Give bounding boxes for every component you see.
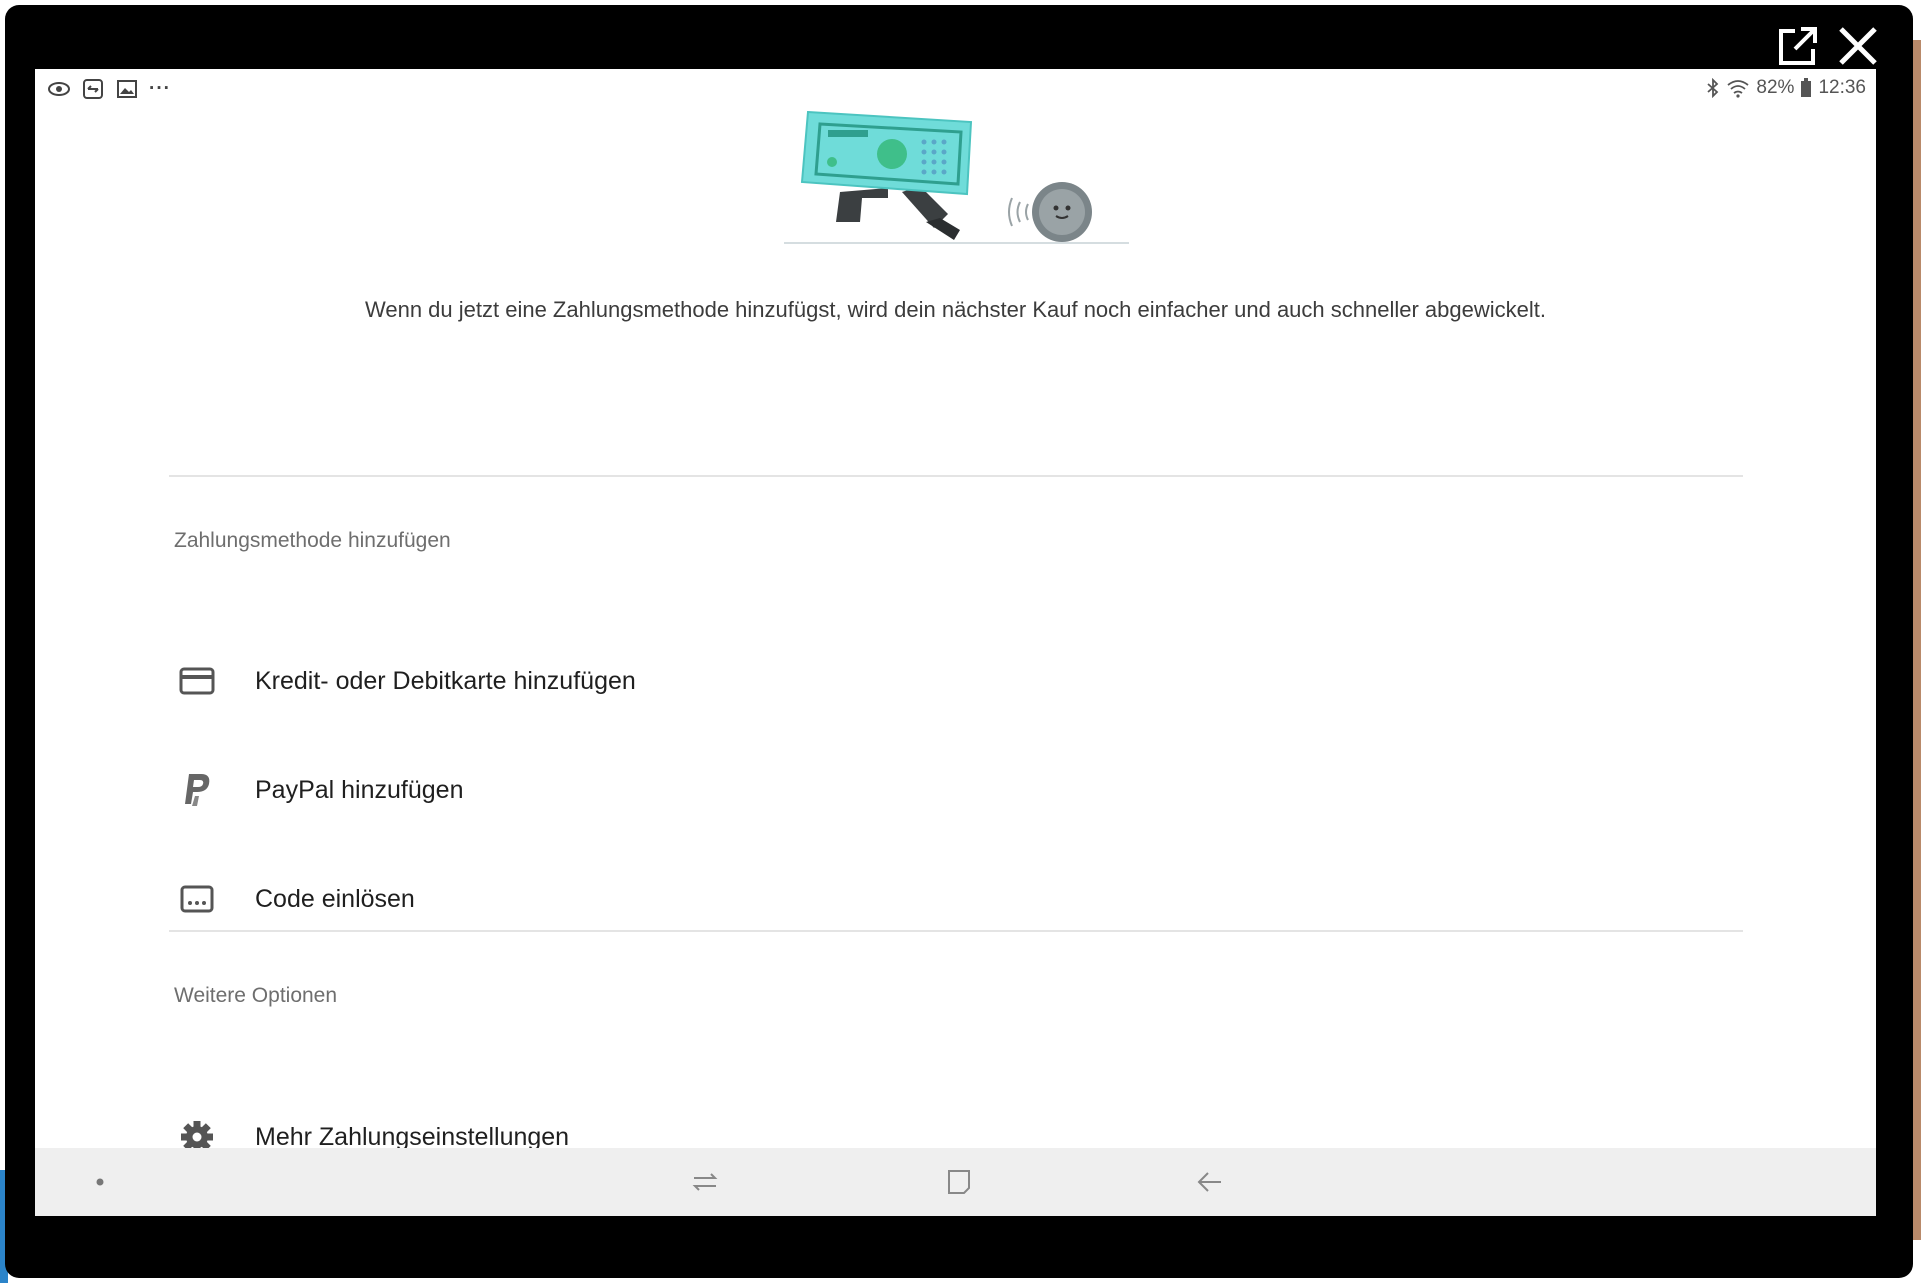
popout-button[interactable] [1775,23,1821,69]
image-icon [117,80,137,98]
nav-dot-button[interactable] [80,1162,120,1202]
paypal-icon [177,770,217,810]
android-nav-bar [35,1148,1876,1216]
add-paypal-label: PayPal hinzufügen [255,775,464,804]
recent-apps-icon [692,1173,718,1191]
add-paypal-item[interactable]: PayPal hinzufügen [169,750,1743,830]
popout-icon [1779,27,1817,65]
status-bar-left: ··· [47,77,171,101]
bluetooth-icon [1707,78,1719,98]
status-bar-right: 82% 12:36 [1706,77,1866,99]
redeem-code-icon [177,879,217,919]
more-dots-icon: ··· [149,78,171,99]
eye-icon [48,82,70,96]
screen-icon [83,79,103,99]
background-edge [1913,40,1921,1240]
home-button[interactable] [939,1162,979,1202]
back-button[interactable] [1190,1162,1230,1202]
battery-percent: 82% [1756,77,1795,98]
section-title-more-options: Weitere Optionen [174,984,338,1007]
redeem-code-item[interactable]: Code einlösen [169,859,1743,939]
battery-icon [1801,78,1812,97]
home-icon [948,1170,970,1194]
wifi-icon [1727,80,1749,98]
redeem-code-label: Code einlösen [255,884,415,913]
back-arrow-icon [1197,1172,1221,1192]
divider-top [169,475,1743,477]
payment-illustration [784,110,1129,244]
add-card-label: Kredit- oder Debitkarte hinzufügen [255,666,636,695]
clock: 12:36 [1818,77,1866,98]
close-button[interactable] [1835,23,1881,69]
credit-card-icon [177,661,217,701]
divider-bottom [169,930,1743,932]
section-title-add-payment: Zahlungsmethode hinzufügen [174,529,451,552]
close-icon [1839,27,1877,65]
dot-icon [96,1178,104,1186]
intro-text: Wenn du jetzt eine Zahlungsmethode hinzu… [365,297,1546,322]
recent-apps-button[interactable] [685,1162,725,1202]
device-screen: ··· 82% 12:36 Wenn du jetzt eine Zahlung… [35,69,1876,1216]
add-card-item[interactable]: Kredit- oder Debitkarte hinzufügen [169,641,1743,721]
